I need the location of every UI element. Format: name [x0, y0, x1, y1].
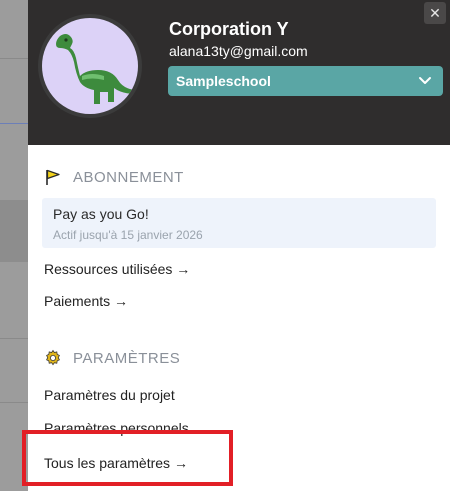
flag-icon: [44, 168, 62, 186]
plan-name: Pay as you Go!: [53, 206, 149, 222]
background-app: [0, 0, 28, 491]
link-all-settings[interactable]: Tous les paramètres →: [44, 455, 188, 471]
avatar: [38, 14, 142, 118]
bg-divider: [0, 338, 28, 339]
bg-divider: [0, 123, 28, 124]
plan-expiry: Actif jusqu'à 15 janvier 2026: [53, 228, 203, 242]
org-select-dropdown[interactable]: Sampleschool: [168, 66, 443, 96]
account-drawer: Corporation Y alana13ty@gmail.com Sample…: [28, 0, 450, 491]
dinosaur-avatar: [42, 18, 138, 114]
org-select-value: Sampleschool: [176, 73, 271, 89]
link-payments[interactable]: Paiements →: [44, 293, 128, 309]
user-email: alana13ty@gmail.com: [169, 43, 308, 59]
settings-section-title: PARAMÈTRES: [44, 349, 180, 367]
subscription-section-title: ABONNEMENT: [44, 168, 184, 186]
gear-icon: [44, 349, 62, 367]
bg-divider: [0, 402, 28, 403]
bg-block: [0, 200, 28, 262]
settings-title: PARAMÈTRES: [73, 349, 181, 367]
link-personal-settings[interactable]: Paramètres personnels: [44, 420, 189, 436]
bg-divider: [0, 58, 28, 59]
plan-card: Pay as you Go! Actif jusqu'à 15 janvier …: [42, 198, 436, 248]
link-project-settings[interactable]: Paramètres du projet: [44, 387, 175, 403]
subscription-title: ABONNEMENT: [73, 168, 184, 186]
close-button[interactable]: ✕: [424, 2, 446, 24]
drawer-header: Corporation Y alana13ty@gmail.com Sample…: [28, 0, 450, 145]
close-icon: ✕: [429, 4, 441, 21]
org-name: Corporation Y: [169, 19, 289, 39]
link-resources-used[interactable]: Ressources utilisées →: [44, 261, 190, 277]
chevron-down-icon: [417, 72, 433, 88]
